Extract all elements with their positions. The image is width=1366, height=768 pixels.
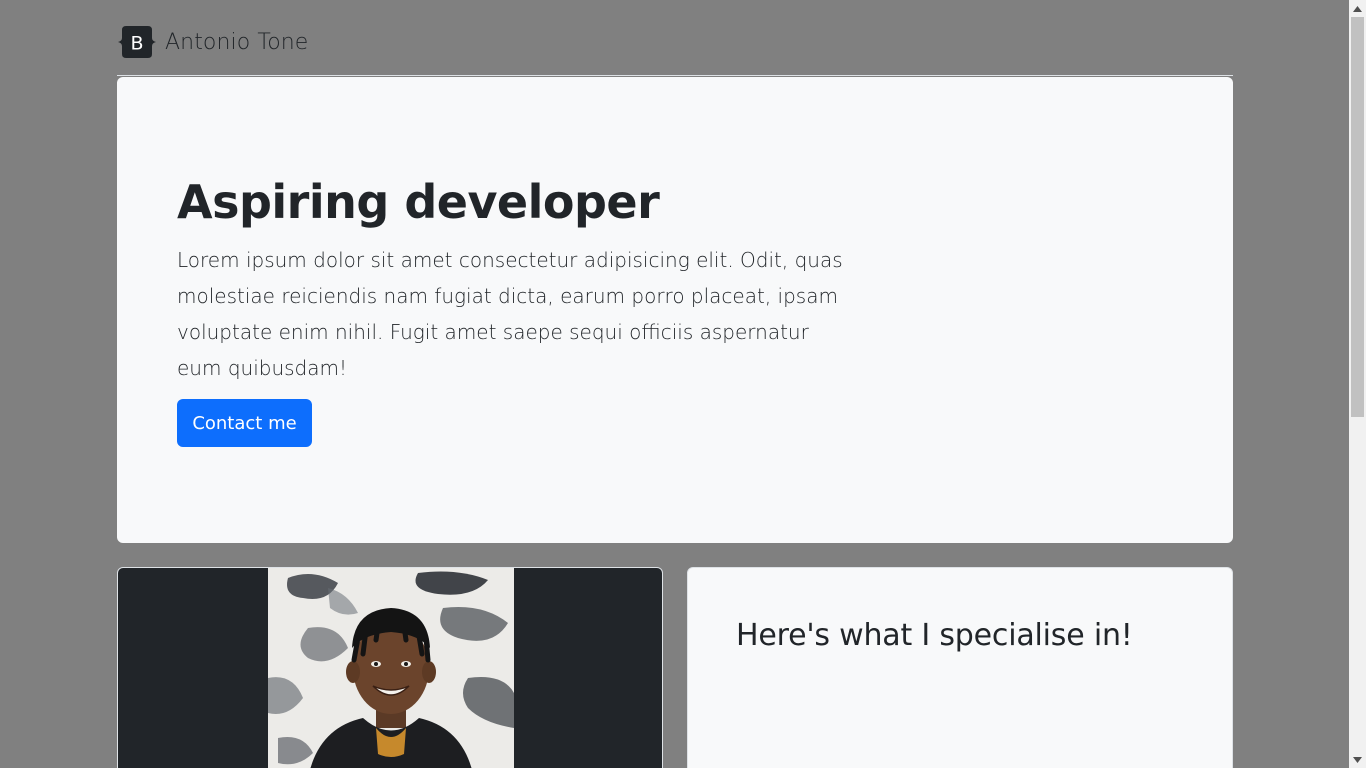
scroll-down-arrow-icon[interactable]	[1349, 751, 1366, 768]
hero-description: Lorem ipsum dolor sit amet consectetur a…	[177, 248, 843, 380]
portrait-photo	[268, 568, 514, 768]
portrait-image	[268, 568, 514, 768]
svg-text:B: B	[130, 33, 143, 55]
scroll-up-arrow-icon[interactable]	[1349, 0, 1366, 17]
specialise-title: Here's what I specialise in!	[736, 618, 1133, 653]
page: B Antonio Tone Aspiring developer Lorem …	[0, 0, 1366, 768]
brand-link[interactable]: B Antonio Tone	[117, 25, 308, 59]
header-divider	[117, 75, 1233, 76]
specialise-card: Here's what I specialise in!	[687, 567, 1233, 768]
bootstrap-logo-icon: B	[118, 26, 156, 58]
scrollbar-thumb[interactable]	[1351, 17, 1364, 417]
vertical-scrollbar[interactable]	[1349, 0, 1366, 768]
hero-section: Aspiring developer Lorem ipsum dolor sit…	[117, 77, 1233, 543]
brand-name: Antonio Tone	[165, 29, 309, 55]
hero-title: Aspiring developer	[177, 175, 660, 229]
photo-card	[117, 567, 663, 768]
contact-me-button[interactable]: Contact me	[177, 399, 312, 447]
